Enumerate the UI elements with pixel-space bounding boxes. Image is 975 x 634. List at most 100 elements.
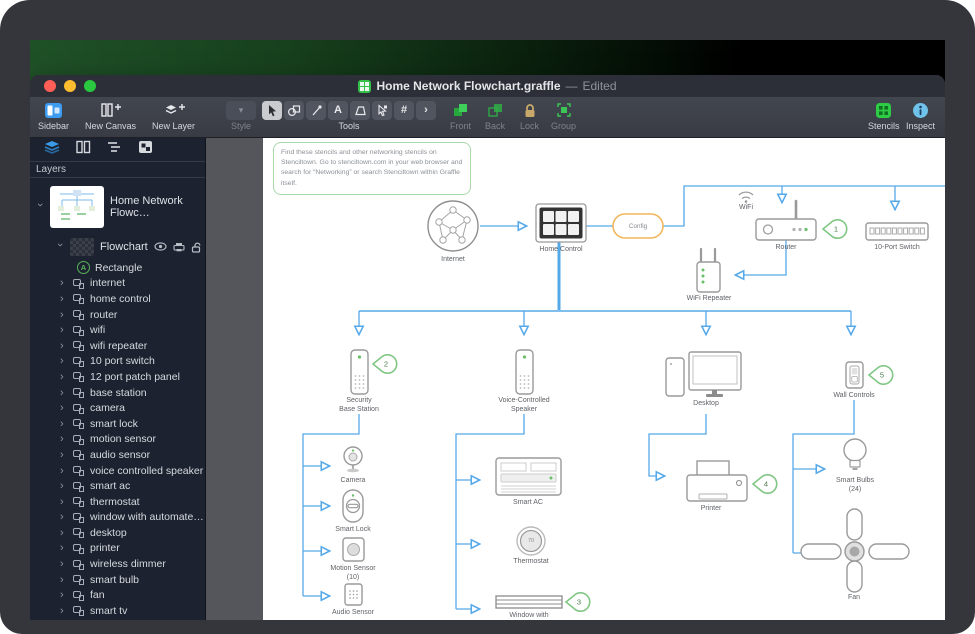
sidebar-toggle-button[interactable]: Sidebar bbox=[38, 100, 69, 131]
node-camera[interactable] bbox=[344, 447, 362, 472]
node-audio-sensor[interactable] bbox=[345, 584, 362, 605]
tools-group: A # › Tools bbox=[262, 100, 436, 131]
list-item-motion-sensor[interactable]: ›motion sensor bbox=[30, 432, 205, 448]
text-shape-icon: A bbox=[77, 261, 90, 274]
node-router[interactable] bbox=[756, 201, 816, 240]
drawing-canvas[interactable]: 1 2 3 4 5 Find these stencils and other … bbox=[263, 138, 945, 620]
sidebar-icon bbox=[44, 100, 63, 120]
send-back-button[interactable]: Back bbox=[485, 100, 505, 131]
list-item-audio-sensor[interactable]: ›audio sensor bbox=[30, 447, 205, 463]
list-item-desktop[interactable]: ›desktop bbox=[30, 525, 205, 541]
unlock-icon[interactable] bbox=[191, 242, 203, 253]
list-item-fan[interactable]: ›fan bbox=[30, 587, 205, 603]
lock-button[interactable]: Lock bbox=[520, 100, 539, 131]
node-wifi-repeater[interactable] bbox=[697, 249, 720, 292]
group-shape-icon bbox=[73, 418, 85, 429]
node-smart-ac[interactable] bbox=[496, 458, 561, 495]
new-layer-button[interactable]: New Layer bbox=[152, 100, 195, 131]
badge-1-number: 1 bbox=[834, 225, 838, 234]
list-item-smart-ac[interactable]: ›smart ac bbox=[30, 478, 205, 494]
traffic-lights bbox=[44, 80, 96, 92]
node-window-with[interactable] bbox=[496, 596, 562, 608]
list-item-thermostat[interactable]: ›thermostat bbox=[30, 494, 205, 510]
node-home-control[interactable] bbox=[536, 204, 586, 242]
visibility-eye-icon[interactable] bbox=[154, 242, 167, 251]
node-wall-controls[interactable] bbox=[846, 362, 863, 388]
tab-layers[interactable] bbox=[44, 140, 60, 159]
bring-front-button[interactable]: Front bbox=[450, 100, 471, 131]
group-shape-icon bbox=[73, 543, 85, 554]
list-item-smart-tv[interactable]: ›smart tv bbox=[30, 603, 205, 619]
list-item-wifi[interactable]: ›wifi bbox=[30, 322, 205, 338]
inspect-button[interactable]: Inspect bbox=[906, 100, 935, 131]
diagram-tool-button[interactable]: # bbox=[394, 101, 414, 120]
node-fan[interactable] bbox=[801, 509, 909, 592]
list-item-10-port-switch[interactable]: ›10 port switch bbox=[30, 354, 205, 370]
style-button[interactable]: ▾ Style bbox=[226, 100, 256, 131]
node-internet[interactable] bbox=[428, 201, 478, 251]
list-item-router[interactable]: ›router bbox=[30, 307, 205, 323]
object-list: ARectangle ›internet ›home control ›rout… bbox=[30, 260, 205, 619]
node-printer[interactable] bbox=[687, 461, 747, 501]
stencils-button[interactable]: Stencils bbox=[868, 100, 900, 131]
minimize-window-button[interactable] bbox=[64, 80, 76, 92]
group-shape-icon bbox=[73, 387, 85, 398]
selection-tool-button[interactable] bbox=[262, 101, 282, 120]
list-item-wireless-dimmer[interactable]: ›wireless dimmer bbox=[30, 556, 205, 572]
list-item-printer[interactable]: ›printer bbox=[30, 541, 205, 557]
node-voice-controlled-speaker[interactable] bbox=[516, 350, 533, 394]
label-base-station: Base Station bbox=[339, 406, 379, 413]
canvas-list-item[interactable]: › Home Network Flowc… bbox=[30, 178, 205, 235]
layer-name: Flowchart bbox=[100, 241, 148, 253]
chevron-down-icon[interactable]: › bbox=[54, 243, 66, 251]
text-tool-button[interactable]: A bbox=[328, 101, 348, 120]
pen-tool-button[interactable] bbox=[350, 101, 370, 120]
omnigraffle-window: Home Network Flowchart.graffle — Edited … bbox=[30, 75, 945, 620]
print-icon[interactable] bbox=[173, 242, 185, 252]
group-shape-icon bbox=[73, 481, 85, 492]
node-10-port-switch[interactable] bbox=[866, 223, 928, 240]
wifi-icon[interactable] bbox=[739, 192, 753, 203]
point-editor-tool-button[interactable] bbox=[372, 101, 392, 120]
layers-sidebar: Layers › Home Network Flowc… › Flowchart bbox=[30, 138, 206, 620]
layer-list-item[interactable]: › Flowchart bbox=[30, 235, 205, 259]
tab-canvases[interactable] bbox=[76, 140, 91, 159]
list-item-camera[interactable]: ›camera bbox=[30, 400, 205, 416]
list-item-smart-lock[interactable]: ›smart lock bbox=[30, 416, 205, 432]
list-item-rectangle[interactable]: ARectangle bbox=[30, 260, 205, 276]
group-button[interactable]: Group bbox=[551, 100, 576, 131]
list-item-voice-controlled-speaker[interactable]: ›voice controlled speaker bbox=[30, 463, 205, 479]
label-wifi: WiFi bbox=[739, 204, 753, 211]
node-security-base-station[interactable] bbox=[351, 350, 368, 394]
stencil-note[interactable]: Find these stencils and other networking… bbox=[273, 142, 471, 195]
badge-2-number: 2 bbox=[384, 360, 388, 369]
lock-icon bbox=[522, 100, 538, 120]
pasteboard[interactable] bbox=[206, 138, 263, 620]
grid-icon: # bbox=[401, 105, 407, 116]
label-10-port-switch: 10-Port Switch bbox=[874, 244, 920, 251]
shape-tool-button[interactable] bbox=[284, 101, 304, 120]
chevron-right-icon: › bbox=[424, 105, 428, 116]
window-title: Home Network Flowchart.graffle — Edited bbox=[30, 79, 945, 93]
tab-objects[interactable] bbox=[138, 140, 153, 159]
node-smart-bulbs[interactable] bbox=[844, 439, 866, 469]
more-tools-button[interactable]: › bbox=[416, 101, 436, 120]
list-item-internet[interactable]: ›internet bbox=[30, 276, 205, 292]
zoom-window-button[interactable] bbox=[84, 80, 96, 92]
line-tool-button[interactable] bbox=[306, 101, 326, 120]
close-window-button[interactable] bbox=[44, 80, 56, 92]
connector-speaker-trunk[interactable] bbox=[456, 414, 524, 609]
node-smart-lock[interactable] bbox=[343, 490, 363, 522]
node-desktop[interactable] bbox=[666, 352, 741, 397]
list-item-home-control[interactable]: ›home control bbox=[30, 291, 205, 307]
tab-outline[interactable] bbox=[107, 141, 122, 159]
list-item-12-port-patch-panel[interactable]: ›12 port patch panel bbox=[30, 369, 205, 385]
list-item-wifi-repeater[interactable]: ›wifi repeater bbox=[30, 338, 205, 354]
text-icon: A bbox=[334, 105, 342, 116]
list-item-window-with-automated[interactable]: ›window with automate… bbox=[30, 510, 205, 526]
list-item-smart-bulb[interactable]: ›smart bulb bbox=[30, 572, 205, 588]
chevron-down-icon[interactable]: › bbox=[34, 203, 46, 211]
new-canvas-button[interactable]: New Canvas bbox=[85, 100, 136, 131]
list-item-base-station[interactable]: ›base station bbox=[30, 385, 205, 401]
node-motion-sensor[interactable] bbox=[343, 538, 364, 561]
